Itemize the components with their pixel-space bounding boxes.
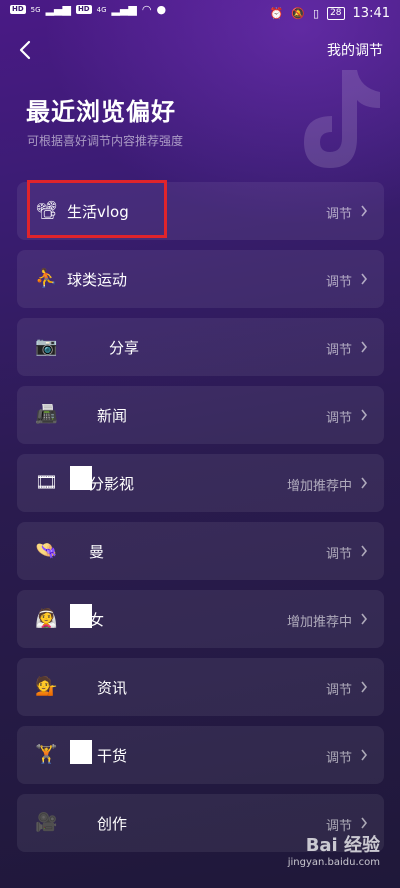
page-title: 最近浏览偏好 bbox=[26, 98, 176, 126]
tiktok-logo-watermark bbox=[304, 70, 380, 168]
pref-item-3[interactable]: 📠 新闻 调节 bbox=[17, 386, 384, 444]
redaction-mask bbox=[70, 604, 92, 628]
pref-item-7[interactable]: 💁 资讯 调节 bbox=[17, 658, 384, 716]
baidu-url: jingyan.baidu.com bbox=[287, 857, 380, 868]
adjust-action[interactable]: 调节 bbox=[326, 679, 352, 698]
news-fax-icon: 📠 bbox=[35, 404, 58, 425]
mute-icon: 🔕 bbox=[291, 7, 306, 20]
baidu-watermark: Bai 经验 jingyan.baidu.com bbox=[288, 831, 380, 868]
status-time: 13:41 bbox=[352, 6, 390, 21]
signal-2-label: 4G bbox=[96, 5, 107, 14]
camera-icon: 📽 bbox=[35, 200, 58, 221]
chevron-right-icon bbox=[361, 749, 368, 761]
hd-badge-2: HD bbox=[75, 5, 92, 14]
redaction-mask bbox=[70, 740, 92, 764]
pref-item-5[interactable]: 👒 曼 调节 bbox=[17, 522, 384, 580]
pref-item-label: 新闻 bbox=[97, 407, 128, 425]
movie-camera-icon: 🎥 bbox=[35, 812, 58, 833]
chevron-right-icon bbox=[361, 477, 368, 489]
adjust-action[interactable]: 调节 bbox=[326, 747, 352, 766]
chevron-right-icon bbox=[361, 613, 368, 625]
pref-item-label: 曼 bbox=[89, 543, 105, 561]
pref-item-label: 分影视 bbox=[89, 475, 135, 493]
adjust-action[interactable]: 调节 bbox=[326, 271, 352, 290]
page-subtitle: 可根据喜好调节内容推荐强度 bbox=[27, 134, 184, 148]
pref-item-label: 分享 bbox=[109, 339, 140, 357]
signal-2-icon: ▂▄▆ bbox=[111, 3, 137, 16]
adjust-action[interactable]: 调节 bbox=[326, 543, 352, 562]
info-desk-person-icon: 💁 bbox=[35, 676, 58, 697]
pref-item-label: 干货 bbox=[97, 747, 128, 765]
pref-item-label: 球类运动 bbox=[67, 271, 128, 289]
ball-sports-icon: ⛹ bbox=[35, 268, 58, 289]
chevron-right-icon bbox=[361, 205, 368, 217]
chevron-right-icon bbox=[361, 681, 368, 693]
battery-indicator: 28 bbox=[327, 7, 345, 20]
chevron-right-icon bbox=[361, 341, 368, 353]
film-icon: 🎞 bbox=[35, 472, 58, 493]
adjust-action[interactable]: 调节 bbox=[326, 203, 352, 222]
chevron-right-icon bbox=[361, 273, 368, 285]
adjust-action[interactable]: 调节 bbox=[326, 339, 352, 358]
pref-item-0[interactable]: 📽 生活vlog 调节 bbox=[17, 180, 384, 240]
status-bar: HD 5G ▂▄▆ HD 4G ▂▄▆ ◠ ● ⏰ 🔕 ▯ 28 13:41 bbox=[0, 0, 400, 28]
sim-icon: ▯ bbox=[313, 7, 320, 20]
hd-badge-1: HD bbox=[10, 5, 26, 14]
baidu-logo: Bai 经验 bbox=[305, 835, 380, 856]
my-adjustments-link[interactable]: 我的调节 bbox=[327, 40, 383, 60]
chevron-right-icon bbox=[361, 409, 368, 421]
back-icon[interactable] bbox=[14, 38, 38, 62]
pref-item-label: 资讯 bbox=[97, 679, 128, 697]
bride-icon: 👰 bbox=[35, 608, 58, 629]
chevron-right-icon bbox=[361, 545, 368, 557]
adjust-action[interactable]: 调节 bbox=[326, 407, 352, 426]
redaction-mask bbox=[70, 466, 92, 490]
pref-item-label: 创作 bbox=[97, 815, 128, 833]
chevron-right-icon bbox=[361, 817, 368, 829]
hat-icon: 👒 bbox=[35, 540, 58, 561]
wechat-icon: ● bbox=[156, 3, 167, 16]
weightlifter-icon: 🏋 bbox=[35, 744, 58, 765]
pref-item-2[interactable]: 📷 分享 调节 bbox=[17, 318, 384, 376]
signal-1-label: 5G bbox=[30, 5, 41, 14]
pref-item-1[interactable]: ⛹ 球类运动 调节 bbox=[17, 250, 384, 308]
signal-1-icon: ▂▄▆ bbox=[45, 3, 71, 16]
wifi-icon: ◠ bbox=[141, 3, 152, 16]
share-camera-icon: 📷 bbox=[35, 336, 58, 357]
increasing-recommendation-action[interactable]: 增加推荐中 bbox=[287, 475, 352, 494]
pref-item-label: 生活vlog bbox=[67, 203, 129, 221]
alarm-icon: ⏰ bbox=[269, 7, 284, 20]
increasing-recommendation-action[interactable]: 增加推荐中 bbox=[287, 611, 352, 630]
